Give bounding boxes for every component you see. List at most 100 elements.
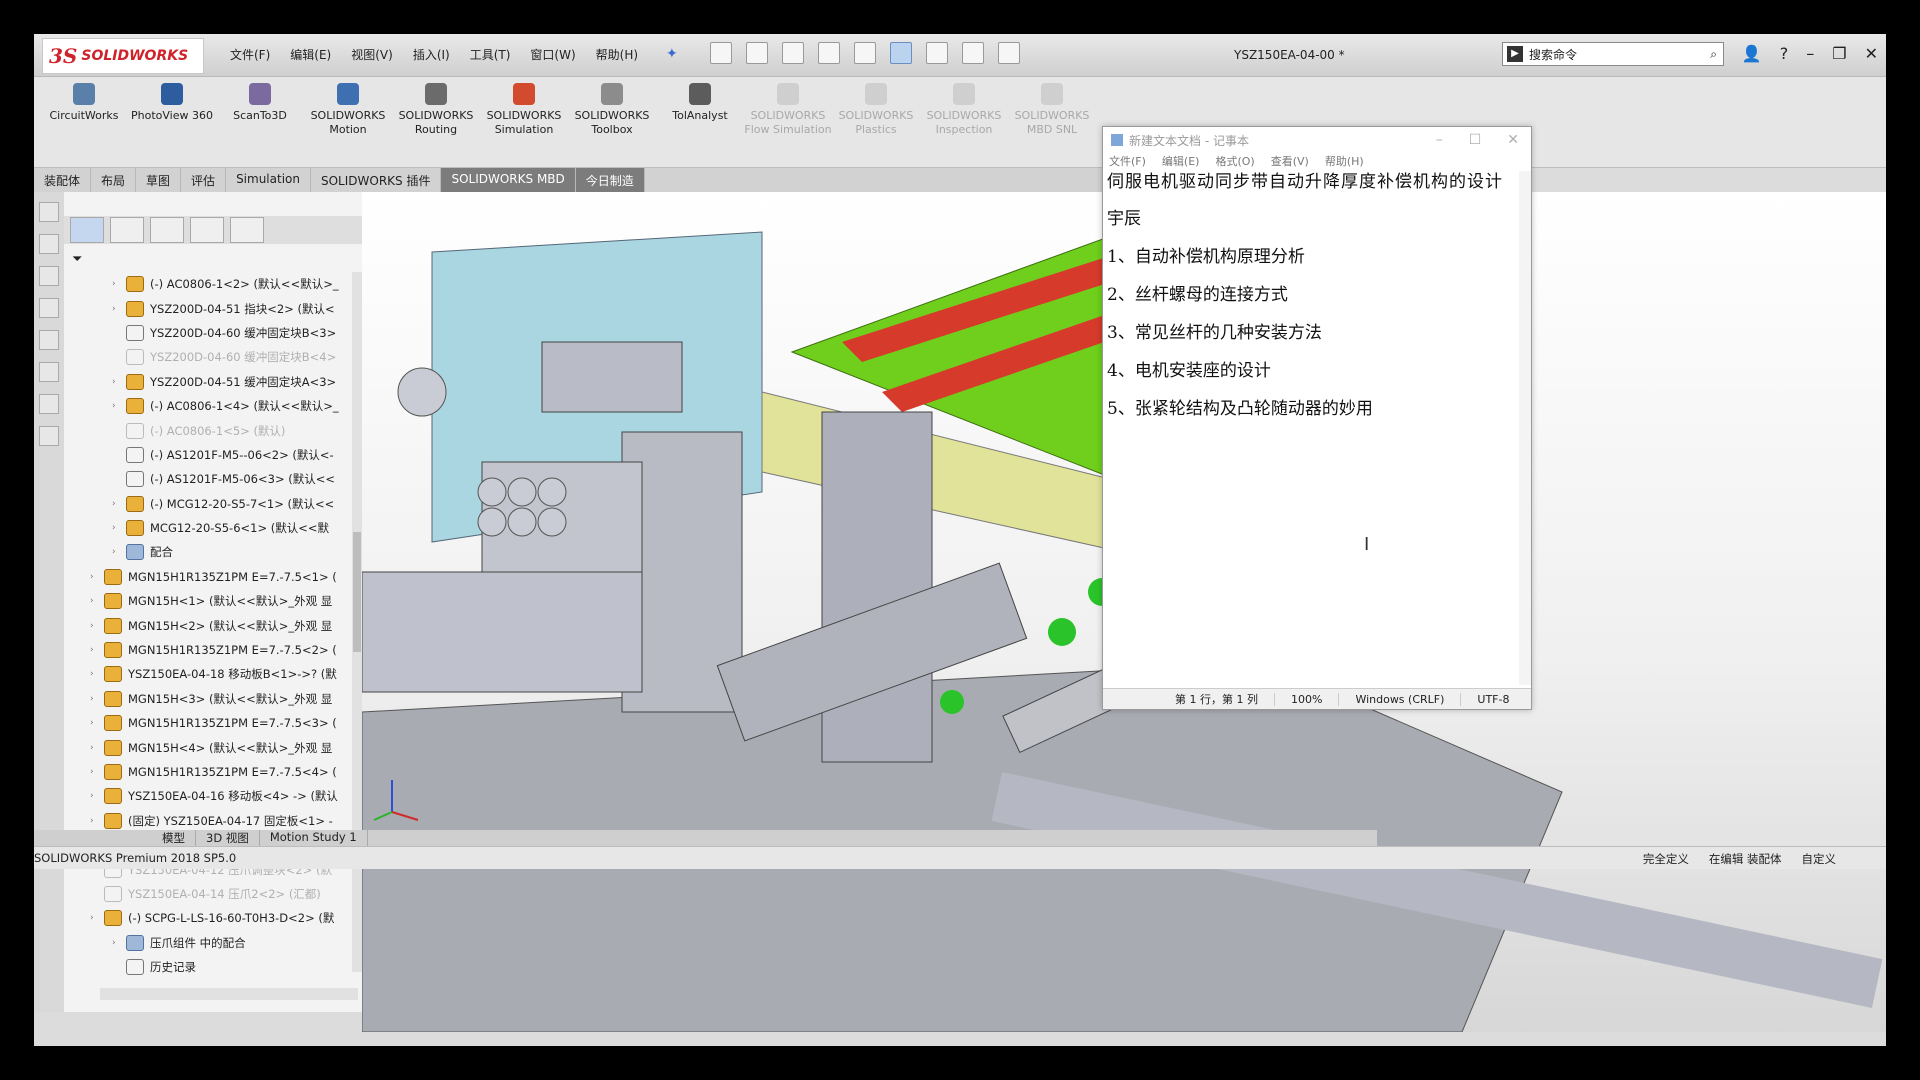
menu-edit[interactable]: 编辑(E) <box>290 46 331 63</box>
configuration-tab-icon[interactable] <box>150 217 184 243</box>
command-inspection[interactable]: SOLIDWORKS Inspection <box>920 83 1008 137</box>
print-icon[interactable] <box>818 42 840 64</box>
strip-tool-icon[interactable] <box>39 426 59 446</box>
rebuild-icon[interactable] <box>926 42 948 64</box>
command-photoview[interactable]: PhotoView 360 <box>128 83 216 137</box>
tree-item[interactable]: › 配合 <box>64 540 352 564</box>
expand-arrow-icon[interactable]: › <box>90 913 100 923</box>
maximize-button[interactable]: ❐ <box>1832 44 1846 63</box>
tree-item[interactable]: YSZ150EA-04-14 压爪2<2> (汇都) <box>64 882 352 906</box>
command-motion[interactable]: SOLIDWORKS Motion <box>304 83 392 137</box>
menu-file[interactable]: 文件(F) <box>230 46 270 63</box>
strip-tool-icon[interactable] <box>39 234 59 254</box>
expand-arrow-icon[interactable]: › <box>112 547 122 557</box>
tree-item[interactable]: › 压爪组件 中的配合 <box>64 931 352 955</box>
tree-item[interactable]: YSZ200D-04-60 缓冲固定块B<3> <box>64 321 352 345</box>
minimize-button[interactable]: – <box>1806 44 1814 63</box>
expand-arrow-icon[interactable]: › <box>90 816 100 826</box>
tree-item[interactable]: › MGN15H<4> (默认<<默认>_外观 显 <box>64 735 352 759</box>
user-icon[interactable]: 👤 <box>1742 44 1762 63</box>
tree-item[interactable]: (-) AC0806-1<5> (默认) <box>64 418 352 442</box>
strip-tool-icon[interactable] <box>39 394 59 414</box>
tab-simulation[interactable]: Simulation <box>226 168 311 192</box>
expand-arrow-icon[interactable]: › <box>112 499 122 509</box>
tab-assembly[interactable]: 装配体 <box>34 168 92 192</box>
select-icon[interactable] <box>890 42 912 64</box>
tree-item[interactable]: › (-) AC0806-1<2> (默认<<默认>_ <box>64 272 352 296</box>
tree-item[interactable]: › MGN15H<1> (默认<<默认>_外观 显 <box>64 589 352 613</box>
menu-insert[interactable]: 插入(I) <box>413 46 450 63</box>
tab-model[interactable]: 模型 <box>152 830 196 846</box>
tree-item[interactable]: › MGN15H1R135Z1PM E=7.-7.5<2> ( <box>64 638 352 662</box>
expand-arrow-icon[interactable]: › <box>112 523 122 533</box>
solidworks-logo[interactable]: 3S SOLIDWORKS <box>42 38 204 74</box>
expand-arrow-icon[interactable]: › <box>90 621 100 631</box>
tree-item[interactable]: › YSZ150EA-04-16 移动板<4> -> (默认 <box>64 784 352 808</box>
menu-window[interactable]: 窗口(W) <box>530 46 575 63</box>
expand-arrow-icon[interactable]: › <box>90 572 100 582</box>
tab-layout[interactable]: 布局 <box>91 168 137 192</box>
tree-item[interactable]: › (-) SCPG-L-LS-16-60-T0H3-D<2> (默 <box>64 906 352 930</box>
command-circuitworks[interactable]: CircuitWorks <box>40 83 128 137</box>
tab-addins[interactable]: SOLIDWORKS 插件 <box>311 168 442 192</box>
tree-item[interactable]: › YSZ200D-04-51 指块<2> (默认< <box>64 296 352 320</box>
command-simulation[interactable]: SOLIDWORKS Simulation <box>480 83 568 137</box>
tree-item[interactable]: 历史记录 <box>64 955 352 979</box>
tab-evaluate[interactable]: 评估 <box>181 168 227 192</box>
help-icon[interactable]: ? <box>1780 44 1789 63</box>
command-routing[interactable]: SOLIDWORKS Routing <box>392 83 480 137</box>
open-icon[interactable] <box>746 42 768 64</box>
tab-mbd[interactable]: SOLIDWORKS MBD <box>441 168 576 192</box>
options-gear-icon[interactable] <box>998 42 1020 64</box>
notepad-minimize-button[interactable]: – <box>1436 132 1443 148</box>
command-plastics[interactable]: SOLIDWORKS Plastics <box>832 83 920 137</box>
expand-arrow-icon[interactable]: › <box>90 743 100 753</box>
search-icon[interactable]: ⌕ <box>1710 47 1717 62</box>
notepad-close-button[interactable]: ✕ <box>1507 132 1519 148</box>
tree-item[interactable]: › (-) AC0806-1<4> (默认<<默认>_ <box>64 394 352 418</box>
expand-arrow-icon[interactable]: › <box>90 694 100 704</box>
notepad-window[interactable]: 新建文本文档 - 记事本 – ☐ ✕ 文件(F) 编辑(E) 格式(O) 查看(… <box>1102 126 1532 710</box>
strip-tool-icon[interactable] <box>39 298 59 318</box>
strip-tool-icon[interactable] <box>39 362 59 382</box>
feature-tree-tab-icon[interactable] <box>70 217 104 243</box>
filter-icon[interactable]: ⏷ <box>72 252 82 267</box>
property-manager-tab-icon[interactable] <box>110 217 144 243</box>
file-properties-icon[interactable] <box>962 42 984 64</box>
notepad-menu-help[interactable]: 帮助(H) <box>1325 153 1364 171</box>
expand-arrow-icon[interactable]: › <box>112 401 122 411</box>
tree-item[interactable]: › MCG12-20-S5-6<1> (默认<<默 <box>64 516 352 540</box>
expand-arrow-icon[interactable]: › <box>90 669 100 679</box>
tree-item[interactable]: › MGN15H1R135Z1PM E=7.-7.5<3> ( <box>64 711 352 735</box>
tree-item[interactable]: › YSZ200D-04-51 缓冲固定块A<3> <box>64 370 352 394</box>
notepad-maximize-button[interactable]: ☐ <box>1469 132 1482 148</box>
tree-item[interactable]: (-) AS1201F-M5-06<3> (默认<< <box>64 467 352 491</box>
undo-icon[interactable] <box>854 42 876 64</box>
notepad-menu-file[interactable]: 文件(F) <box>1109 153 1146 171</box>
save-icon[interactable] <box>782 42 804 64</box>
strip-tool-icon[interactable] <box>39 202 59 222</box>
expand-arrow-icon[interactable]: › <box>112 304 122 314</box>
expand-arrow-icon[interactable]: › <box>90 718 100 728</box>
expand-arrow-icon[interactable]: › <box>90 791 100 801</box>
tree-horizontal-scrollbar[interactable] <box>100 988 358 1000</box>
notepad-scrollbar[interactable] <box>1519 171 1531 685</box>
command-tolanalyst[interactable]: TolAnalyst <box>656 83 744 137</box>
expand-arrow-icon[interactable]: › <box>112 377 122 387</box>
expand-arrow-icon[interactable]: › <box>90 645 100 655</box>
notepad-menu-edit[interactable]: 编辑(E) <box>1162 153 1200 171</box>
tree-item[interactable]: YSZ200D-04-60 缓冲固定块B<4> <box>64 345 352 369</box>
command-scanto3d[interactable]: ScanTo3D <box>216 83 304 137</box>
strip-tool-icon[interactable] <box>39 266 59 286</box>
tab-sketch[interactable]: 草图 <box>136 168 182 192</box>
tree-item[interactable]: (-) AS1201F-M5--06<2> (默认<- <box>64 443 352 467</box>
tree-item[interactable]: › MGN15H<3> (默认<<默认>_外观 显 <box>64 687 352 711</box>
command-mbd-snl[interactable]: SOLIDWORKS MBD SNL <box>1008 83 1096 137</box>
pin-icon[interactable]: ✦ <box>666 46 678 62</box>
command-flow-simulation[interactable]: SOLIDWORKS Flow Simulation <box>744 83 832 137</box>
menu-help[interactable]: 帮助(H) <box>596 46 638 63</box>
menu-tools[interactable]: 工具(T) <box>470 46 511 63</box>
notepad-text-area[interactable]: 伺服电机驱动同步带自动升降厚度补偿机构的设计 宇辰 1、自动补偿机构原理分析 2… <box>1103 171 1535 679</box>
close-button[interactable]: ✕ <box>1865 44 1878 63</box>
notepad-menu-view[interactable]: 查看(V) <box>1271 153 1309 171</box>
